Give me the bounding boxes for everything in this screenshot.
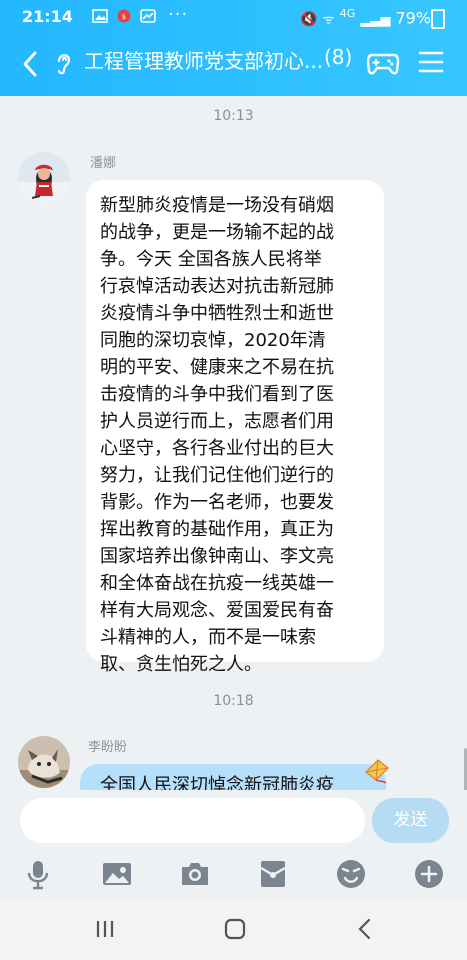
earpiece-mode-icon[interactable] [54, 48, 74, 78]
image-icon[interactable] [101, 858, 133, 890]
message-list[interactable]: 10:13 潘娜 新型肺炎疫情是一场没有硝烟 的战争，更是一场输不起的战 争。今… [0, 96, 467, 790]
message-line: 样有大局观念、爱国爱民有奋 [100, 600, 334, 621]
message-line: 背影。作为一名老师，也要发 [100, 492, 334, 513]
red-packet-icon[interactable] [257, 858, 289, 890]
app-notification-icon: $ [117, 9, 131, 23]
chart-notification-icon [140, 9, 156, 23]
back-nav-icon[interactable] [352, 916, 378, 942]
status-bar: 21:14 $ ··· 🔇 ᯤ 4G ▂▃▅ 79% [0, 0, 467, 34]
message-line: 行哀悼活动表达对抗击新冠肺 [100, 276, 334, 297]
message-line: 同胞的深切哀悼，2020年清 [100, 330, 326, 351]
message-bubble[interactable]: 全国人民深切悼念新冠肺炎疫 [80, 764, 386, 790]
message-line: 击疫情的斗争中我们看到了医 [100, 384, 334, 405]
battery-percent: 79% [395, 8, 431, 28]
message-line: 争。今天 全国各族人民将举 [100, 249, 322, 270]
sender-name: 李盼盼 [88, 740, 128, 755]
send-button[interactable]: 发送 [372, 798, 449, 843]
message-line: 国家培养出像钟南山、李文亮 [100, 546, 334, 567]
status-right: 🔇 ᯤ 4G ▂▃▅ 79% [300, 7, 431, 27]
microphone-icon[interactable] [22, 858, 54, 890]
member-count: (8) [324, 45, 353, 69]
kite-icon [365, 759, 389, 784]
game-controller-icon[interactable] [366, 50, 400, 76]
mute-icon: 🔇 [300, 11, 318, 28]
system-nav-bar [0, 898, 467, 960]
message-line: 和全体奋战在抗疫一线英雄一 [100, 573, 334, 594]
message-line: 明的平安、健康来之不易在抗 [100, 357, 334, 378]
recent-apps-icon[interactable] [92, 916, 118, 942]
message-line: 新型肺炎疫情是一场没有硝烟 [100, 195, 334, 216]
sender-name: 潘娜 [90, 156, 117, 171]
message-line: 取、贪生怕死之人。 [100, 654, 262, 675]
gallery-notification-icon [92, 9, 108, 23]
message-line: 全国人民深切悼念新冠肺炎疫 [100, 775, 334, 790]
message-timestamp: 10:13 [213, 108, 254, 124]
camera-icon[interactable] [179, 858, 211, 890]
emoji-icon[interactable] [335, 858, 367, 890]
message-bubble[interactable]: 新型肺炎疫情是一场没有硝烟 的战争，更是一场输不起的战 争。今天 全国各族人民将… [86, 180, 384, 675]
battery-icon [431, 9, 445, 29]
wifi-icon: ᯤ [322, 12, 335, 28]
chat-title[interactable]: 工程管理教师党支部初心... [84, 45, 323, 74]
chat-header: 工程管理教师党支部初心... (8) [0, 34, 467, 96]
home-icon[interactable] [222, 916, 248, 942]
message-line: 心坚守，各行各业付出的巨大 [100, 438, 334, 459]
message-timestamp: 10:18 [213, 693, 254, 709]
signal-icon: ▂▃▅ [360, 12, 391, 28]
message-line: 的战争，更是一场输不起的战 [100, 222, 334, 243]
message-line: 斗精神的人，而不是一味索 [100, 627, 316, 648]
back-icon[interactable] [18, 48, 42, 80]
message-input[interactable] [20, 798, 365, 843]
message-line: 炎疫情斗争中牺牲烈士和逝世 [100, 303, 334, 324]
message-line: 努力，让我们记住他们逆行的 [100, 465, 334, 486]
more-notifications: ··· [168, 4, 189, 25]
message-line: 挥出教育的基础作用，真正为 [100, 519, 334, 540]
message-line: 护人员逆行而上，志愿者们用 [100, 411, 334, 432]
menu-icon[interactable] [418, 50, 444, 74]
network-type: 4G [339, 7, 356, 20]
input-toolbar [0, 852, 467, 898]
svg-text:$: $ [122, 13, 126, 21]
avatar[interactable] [18, 736, 70, 788]
plus-icon[interactable] [413, 858, 445, 890]
avatar[interactable] [18, 152, 70, 204]
input-bar: 发送 [0, 790, 467, 852]
status-time: 21:14 [22, 7, 73, 26]
